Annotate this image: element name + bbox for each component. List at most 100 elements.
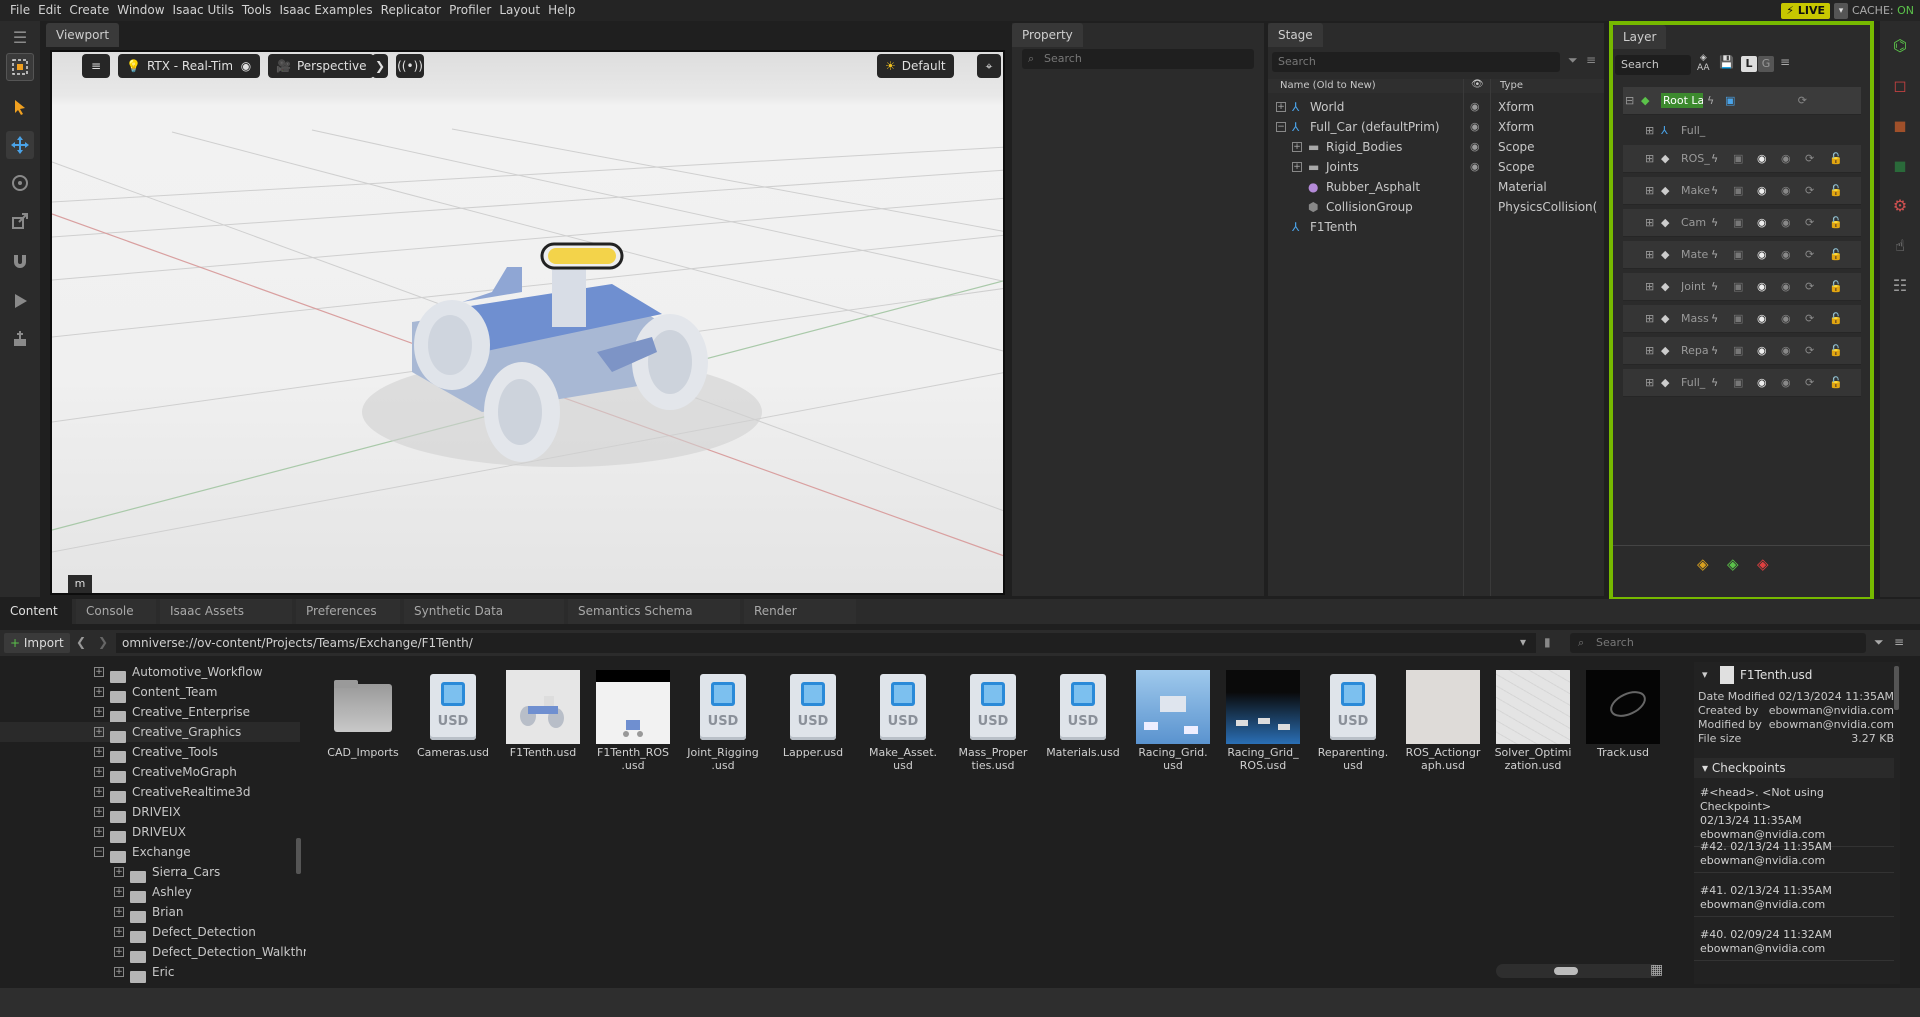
sliders-icon[interactable]: ☷ (1886, 271, 1914, 299)
file-item[interactable]: Track.usd (1580, 670, 1666, 759)
eye-icon[interactable]: ◉ (1757, 312, 1781, 325)
reload-icon[interactable]: ⟳ (1805, 184, 1829, 197)
lightning-icon[interactable]: ϟ (1711, 344, 1733, 357)
save-layer-icon[interactable]: ▣ (1733, 344, 1757, 357)
lock-icon[interactable]: 🔓 (1829, 344, 1847, 357)
pin-icon[interactable]: ⌖ (977, 54, 1001, 78)
expand-icon[interactable]: ⊞ (1645, 376, 1657, 389)
reload-icon[interactable]: ⟳ (1805, 376, 1829, 389)
save-layer-icon[interactable]: ▣ (1733, 152, 1757, 165)
file-item[interactable]: USD Lapper.usd (770, 670, 856, 759)
expand-icon[interactable]: + (1292, 142, 1302, 152)
tree-item[interactable]: + Creative_Enterprise (0, 702, 300, 723)
lock-icon[interactable]: 🔓 (1829, 184, 1847, 197)
select-mode-icon[interactable] (6, 53, 34, 81)
layer-row[interactable]: ⊞ ◆ Full_ ϟ ▣ ◉ ◉ ⟳ 🔓 (1623, 369, 1861, 397)
tab-layer[interactable]: Layer (1613, 25, 1667, 49)
menu-item[interactable]: Create (65, 0, 113, 21)
menu-item[interactable]: Isaac Utils (169, 0, 238, 21)
stage-search-input[interactable]: Search (1272, 52, 1560, 72)
bottom-tab[interactable]: Content (0, 599, 72, 624)
zoom-slider-thumb[interactable] (1554, 967, 1578, 975)
file-item[interactable]: Solver_Optimi zation.usd (1490, 670, 1576, 772)
expand-icon[interactable]: ⊞ (1645, 124, 1657, 137)
tab-viewport[interactable]: Viewport (46, 23, 120, 47)
menu-item[interactable]: Profiler (445, 0, 495, 21)
collapse-icon[interactable]: ⊟ (1625, 94, 1637, 107)
menu-grip-icon[interactable]: ☰ (6, 23, 34, 51)
nodes-icon[interactable]: ⌬ (1886, 31, 1914, 59)
tree-item[interactable]: + CreativeRealtime3d (0, 782, 300, 803)
tree-item[interactable]: + Automotive_Workflow (0, 662, 300, 683)
lock-icon[interactable]: 🔓 (1829, 216, 1847, 229)
checkpoint-item[interactable]: #41. 02/13/24 11:35AM ebowman@nvidia.com (1694, 880, 1894, 917)
save-icon[interactable]: 💾 (1719, 55, 1734, 69)
eye-icon[interactable]: ◉ (1757, 152, 1781, 165)
lightning-icon[interactable]: ϟ (1711, 376, 1733, 389)
viewport-settings-icon[interactable]: ≡ (82, 54, 110, 78)
tree-item[interactable]: + CreativeMoGraph (0, 762, 300, 783)
detail-scrollbar[interactable] (1894, 666, 1899, 710)
expand-icon[interactable]: + (94, 787, 104, 797)
expand-icon[interactable]: + (94, 727, 104, 737)
tree-item[interactable]: + Eric (0, 962, 300, 983)
rotate-tool-icon[interactable] (6, 169, 34, 197)
live-dropdown-icon[interactable]: ▾ (1833, 2, 1848, 19)
file-item[interactable]: ROS_Actiongr aph.usd (1400, 670, 1486, 772)
layer-search-input[interactable]: Search (1615, 55, 1691, 75)
gear-icon[interactable]: ⚙ (1886, 191, 1914, 219)
tab-property[interactable]: Property (1012, 23, 1083, 47)
expand-icon[interactable]: ⊞ (1645, 152, 1657, 165)
tree-scrollbar[interactable] (296, 838, 301, 874)
stage-row[interactable]: ⅄ F1Tenth (1268, 217, 1604, 237)
content-filter-icon[interactable]: ⏷ (1874, 635, 1884, 650)
snap-magnet-icon[interactable] (6, 247, 34, 275)
file-item[interactable]: CAD_Imports (320, 670, 406, 759)
reload-icon[interactable]: ⟳ (1805, 280, 1829, 293)
collapse-icon[interactable]: − (94, 847, 104, 857)
grid-view-icon[interactable]: ▦ (1650, 962, 1663, 978)
checkpoints-header[interactable]: ▾ Checkpoints (1694, 758, 1894, 778)
file-item[interactable]: USD Mass_Proper ties.usd (950, 670, 1036, 772)
layer-menu-icon[interactable]: ≡ (1780, 55, 1790, 69)
save-layer-icon[interactable]: ▣ (1725, 94, 1747, 107)
reload-icon[interactable]: ⟳ (1805, 152, 1829, 165)
expand-icon[interactable]: + (114, 907, 124, 917)
collapse-arrow-icon[interactable]: ▾ (1702, 668, 1708, 681)
reload-icon[interactable]: ⟳ (1805, 216, 1829, 229)
solo-eye-icon[interactable]: ◉ (1781, 344, 1805, 357)
insert-layer-icon[interactable]: ◈ (1697, 555, 1709, 573)
add-layer-icon[interactable]: ◈ (1727, 555, 1739, 573)
tree-item[interactable]: + Ashley (0, 882, 300, 903)
expand-icon[interactable]: + (114, 867, 124, 877)
expand-icon[interactable]: + (114, 927, 124, 937)
sublayer-row[interactable]: ⊞ ⅄ Full_ (1623, 116, 1861, 144)
eye-icon[interactable]: ◉ (1757, 216, 1781, 229)
menu-item[interactable]: Window (113, 0, 168, 21)
bottom-tab[interactable]: Console (76, 599, 156, 624)
file-item[interactable]: USD Cameras.usd (410, 670, 496, 759)
stage-row[interactable]: + ▬ Rigid_Bodies ◉ Scope (1268, 137, 1604, 157)
tree-item[interactable]: + Creative_Graphics (0, 722, 300, 743)
tree-item[interactable]: + Defect_Detection (0, 922, 300, 943)
layer-row[interactable]: ⊞ ◆ Mate ϟ ▣ ◉ ◉ ⟳ 🔓 (1623, 241, 1861, 269)
g-toggle[interactable]: G (1758, 56, 1774, 72)
expand-icon[interactable]: ⊞ (1645, 248, 1657, 261)
lightning-icon[interactable]: ϟ (1711, 280, 1733, 293)
save-layer-icon[interactable]: ▣ (1733, 248, 1757, 261)
reload-icon[interactable]: ⟳ (1805, 344, 1829, 357)
expand-icon[interactable]: ⊞ (1645, 312, 1657, 325)
bottom-tab[interactable]: Synthetic Data Recorder (404, 599, 564, 643)
tree-item[interactable]: − Exchange (0, 842, 300, 863)
bookmark-icon[interactable]: ▮ (1544, 635, 1551, 649)
tree-item[interactable]: + Content_Team (0, 682, 300, 703)
expand-icon[interactable]: ⊞ (1645, 344, 1657, 357)
stage-row[interactable]: − ⅄ Full_Car (defaultPrim) ◉ Xform (1268, 117, 1604, 137)
camera-button[interactable]: 🎥 Perspective (268, 54, 375, 78)
save-layer-icon[interactable]: ▣ (1733, 216, 1757, 229)
expand-icon[interactable]: ⊞ (1645, 280, 1657, 293)
checkpoint-item[interactable]: #42. 02/13/24 11:35AM ebowman@nvidia.com (1694, 836, 1894, 873)
stage-menu-icon[interactable]: ≡ (1586, 53, 1596, 67)
stage-row[interactable]: ⬢ CollisionGroup PhysicsCollision( (1268, 197, 1604, 217)
menu-item[interactable]: Help (544, 0, 579, 21)
